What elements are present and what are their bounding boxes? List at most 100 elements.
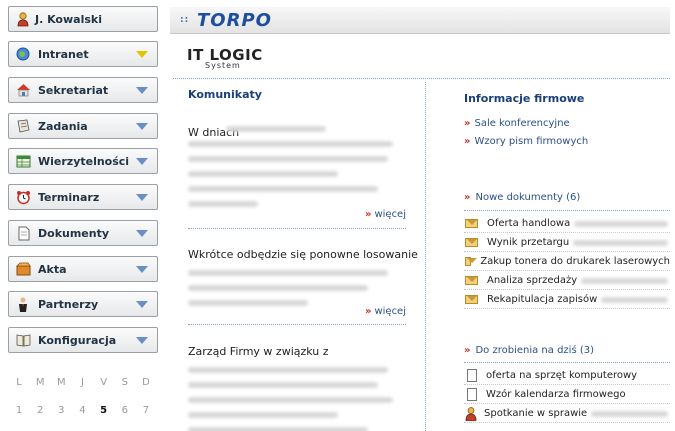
document-row[interactable]: Wynik przetargu <box>464 234 670 252</box>
weekday-label: D <box>142 377 150 388</box>
menu-item-label: Wierzytelności <box>38 154 130 168</box>
chevron-down-icon <box>136 300 148 308</box>
document-icon <box>467 388 477 401</box>
divider <box>188 228 406 229</box>
blurred-text <box>581 277 668 284</box>
user-icon <box>14 11 32 27</box>
menu-item-label: Konfiguracja <box>38 333 117 347</box>
menu-item-intranet[interactable]: Intranet <box>8 41 158 67</box>
menu-item-dokumenty[interactable]: Dokumenty <box>8 220 158 246</box>
header-dots: :: <box>180 15 190 25</box>
double-chevron-icon: » <box>464 192 471 203</box>
blurred-text <box>601 296 668 303</box>
meeting-person-icon <box>465 406 477 421</box>
book-icon <box>14 332 32 348</box>
person-icon <box>14 296 32 312</box>
more-link[interactable]: » więcej <box>365 209 406 220</box>
link-sale-konferencyjne[interactable]: » Sale konferencyjne <box>464 118 570 129</box>
weekday-label: M <box>35 377 45 388</box>
menu-item-zadania[interactable]: Zadania <box>8 113 158 139</box>
main-content: :: TORPO IT LOGIC System Komunikaty W dn… <box>170 0 675 431</box>
double-chevron-icon: » <box>364 306 372 317</box>
company-info-title: Informacje firmowe <box>464 92 585 105</box>
menu-item-sekretariat[interactable]: Sekretariat <box>8 77 158 103</box>
document-row[interactable]: Oferta handlowa <box>464 215 670 233</box>
chevron-down-icon <box>136 50 148 58</box>
announcement-title: Wkrótce odbędzie się ponowne losowanie <box>188 248 418 261</box>
blurred-text <box>574 220 668 227</box>
brand-logo[interactable]: TORPO <box>197 10 272 31</box>
chevron-down-icon <box>136 193 148 201</box>
calendar-day[interactable]: 6 <box>117 405 133 416</box>
chevron-down-icon <box>136 265 148 273</box>
menu-item-akta[interactable]: Akta <box>8 256 158 282</box>
calendar-day[interactable]: 3 <box>53 405 69 416</box>
folder-box-icon <box>14 261 32 277</box>
user-button[interactable]: J. Kowalski <box>8 6 158 32</box>
alarm-clock-icon <box>14 189 32 205</box>
menu-item-wierzytelnosci[interactable]: Wierzytelności <box>8 148 158 174</box>
todo-row[interactable]: Spotkanie w sprawie <box>464 405 670 423</box>
menu-item-terminarz[interactable]: Terminarz <box>8 184 158 210</box>
calendar-day[interactable]: 4 <box>74 405 90 416</box>
envelope-icon <box>465 295 478 304</box>
document-icon <box>14 225 32 241</box>
more-link[interactable]: » więcej <box>365 306 406 317</box>
announcement-title: Zarząd Firmy w związku z <box>188 345 329 358</box>
calendar-day-today[interactable]: 5 <box>96 405 112 416</box>
house-icon <box>14 82 32 98</box>
calendar-day[interactable]: 2 <box>32 405 48 416</box>
announcement-item: Wkrótce odbędzie się ponowne losowanie <box>188 248 418 306</box>
document-row[interactable]: Zakup tonera do drukarek laserowych <box>464 253 670 271</box>
link-wzory-pism[interactable]: » Wzory pism firmowych <box>464 136 588 147</box>
double-chevron-icon: » <box>364 209 372 220</box>
column-divider <box>425 82 426 431</box>
menu-item-label: Partnerzy <box>38 297 99 311</box>
notebook-icon <box>14 118 32 134</box>
company-info-panel: Informacje firmowe » Sale konferencyjne »… <box>464 92 670 423</box>
menu-item-label: Terminarz <box>38 190 100 204</box>
chevron-down-icon <box>136 336 148 344</box>
todo-row[interactable]: oferta na sprzęt komputerowy <box>464 367 670 385</box>
document-row[interactable]: Analiza sprzedaży <box>464 272 670 290</box>
calendar-day[interactable]: 1 <box>11 405 27 416</box>
double-chevron-icon: » <box>464 136 471 147</box>
menu-item-konfiguracja[interactable]: Konfiguracja <box>8 327 158 353</box>
weekday-label: M <box>56 377 66 388</box>
envelope-icon <box>465 257 478 266</box>
menu-item-label: Zadania <box>38 119 88 133</box>
divider <box>464 362 670 363</box>
header-bar: :: TORPO <box>170 7 670 34</box>
calendar-day[interactable]: 7 <box>138 405 154 416</box>
chevron-down-icon <box>136 157 148 165</box>
mini-calendar: L M M J V S D 1 2 3 4 5 6 7 <box>8 377 158 416</box>
chevron-down-icon <box>136 86 148 94</box>
double-chevron-icon: » <box>464 118 471 129</box>
company-logo: IT LOGIC System <box>187 46 263 70</box>
user-name: J. Kowalski <box>35 12 102 26</box>
divider <box>464 210 670 211</box>
globe-icon <box>14 46 32 62</box>
weekday-label: V <box>100 377 108 388</box>
announcement-item: W dniach <box>188 126 406 207</box>
spreadsheet-icon <box>14 153 32 169</box>
menu-item-label: Akta <box>38 262 67 276</box>
announcements-title: Komunikaty <box>188 88 262 101</box>
menu-item-partnerzy[interactable]: Partnerzy <box>8 291 158 317</box>
menu-item-label: Sekretariat <box>38 83 109 97</box>
blurred-text <box>573 239 668 246</box>
menu-item-label: Intranet <box>38 47 89 61</box>
new-documents-header[interactable]: » Nowe dokumenty (6) <box>464 192 670 212</box>
document-row[interactable]: Rekapitulacja zapisów <box>464 291 670 309</box>
announcements-panel: Komunikaty W dniach » więcej Wkrótce odbę… <box>188 88 418 431</box>
divider <box>188 324 406 325</box>
announcement-item: Zarząd Firmy w związku z <box>188 345 406 431</box>
sidebar: J. Kowalski Intranet Sekretariat Zadania… <box>0 0 166 431</box>
weekday-label: S <box>121 377 128 388</box>
chevron-down-icon <box>136 229 148 237</box>
todo-row[interactable]: Wzór kalendarza firmowego <box>464 386 670 404</box>
menu-item-label: Dokumenty <box>38 226 110 240</box>
calendar-days: 1 2 3 4 5 6 7 <box>8 405 158 416</box>
blurred-text <box>188 117 406 207</box>
blurred-text <box>591 410 668 417</box>
